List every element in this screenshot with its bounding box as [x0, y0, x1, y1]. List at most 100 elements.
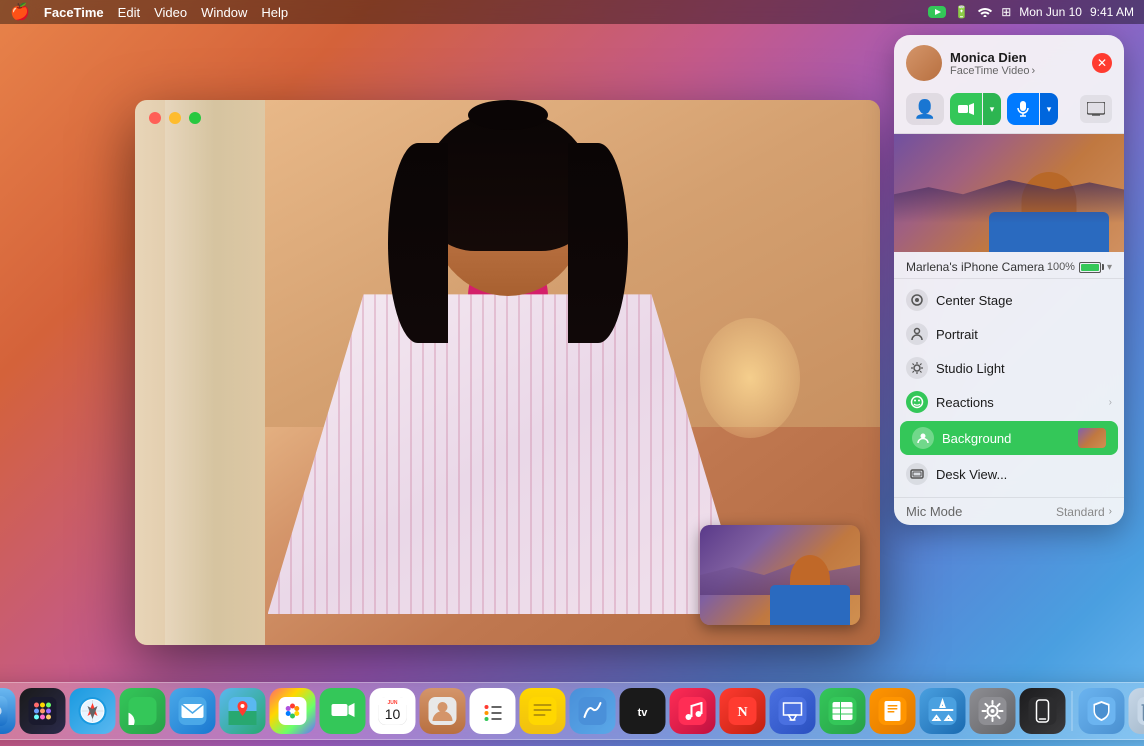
app-menu-edit[interactable]: Edit [118, 5, 140, 20]
dock-item-photos[interactable] [270, 688, 316, 734]
dock-item-finder[interactable] [0, 688, 16, 734]
notification-panel: Monica Dien FaceTime Video › ✕ 👤 ▾ ▾ [894, 35, 1124, 525]
dock: JUN10 tv N [0, 682, 1144, 740]
center-stage-label: Center Stage [936, 293, 1112, 308]
dock-item-iphone-mirroring[interactable] [1020, 688, 1066, 734]
reactions-icon [906, 391, 928, 413]
control-center-icon[interactable]: ⊞ [1001, 5, 1011, 19]
mic-button[interactable] [1007, 93, 1039, 125]
menu-item-reactions[interactable]: Reactions › [894, 385, 1124, 419]
maximize-button[interactable] [189, 112, 201, 124]
camera-row: Marlena's iPhone Camera 100% ▾ [906, 260, 1112, 274]
dock-item-contacts[interactable] [420, 688, 466, 734]
mic-mode-label: Mic Mode [906, 504, 1056, 519]
desk-view-label: Desk View... [936, 467, 1112, 482]
reactions-label: Reactions [936, 395, 1101, 410]
mic-mode-value: Standard [1056, 505, 1105, 519]
menu-item-background[interactable]: Background [900, 421, 1118, 455]
close-panel-button[interactable]: ✕ [1092, 53, 1112, 73]
dock-item-adguard[interactable] [1079, 688, 1125, 734]
mute-audio-button[interactable]: 👤 [906, 93, 944, 125]
dock-item-mail[interactable] [170, 688, 216, 734]
camera-source-section: Marlena's iPhone Camera 100% ▾ [894, 252, 1124, 279]
app-menu-window[interactable]: Window [201, 5, 247, 20]
dock-item-calendar[interactable]: JUN10 [370, 688, 416, 734]
camera-name: Marlena's iPhone Camera [906, 260, 1044, 274]
mic-chevron-button[interactable]: ▾ [1040, 93, 1058, 125]
dock-item-music[interactable] [670, 688, 716, 734]
dock-item-reminders[interactable] [470, 688, 516, 734]
contact-subtitle: FaceTime Video › [950, 65, 1084, 77]
mic-mode-chevron: › [1109, 506, 1112, 517]
dock-item-appletv[interactable]: tv [620, 688, 666, 734]
menubar-left: 🍎 FaceTime Edit Video Window Help [10, 2, 288, 22]
battery-percent: 100% [1047, 261, 1075, 273]
dock-item-notes[interactable] [520, 688, 566, 734]
contact-avatar [906, 45, 942, 81]
dock-item-messages[interactable] [120, 688, 166, 734]
dock-item-freeform[interactable] [570, 688, 616, 734]
close-button[interactable] [149, 112, 161, 124]
menubar: 🍎 FaceTime Edit Video Window Help 🔋 ⊞ Mo… [0, 0, 1144, 24]
apple-menu[interactable]: 🍎 [10, 2, 30, 22]
background-label: Background [942, 431, 1070, 446]
svg-text:N: N [737, 705, 747, 720]
app-menu-help[interactable]: Help [261, 5, 288, 20]
battery-fill [1081, 264, 1099, 271]
shirt-stripes [268, 294, 748, 614]
portrait-label: Portrait [936, 327, 1112, 342]
effects-menu: Center Stage Portrait Studio Light React… [894, 279, 1124, 495]
dock-item-safari[interactable] [70, 688, 116, 734]
dock-item-pages[interactable] [870, 688, 916, 734]
hair-right [568, 143, 628, 343]
reactions-chevron: › [1109, 397, 1112, 408]
time: 9:41 AM [1090, 5, 1134, 19]
dock-item-trash[interactable] [1129, 688, 1144, 734]
app-menu-facetime[interactable]: FaceTime [44, 5, 104, 20]
center-stage-icon [906, 289, 928, 311]
dock-item-settings[interactable] [970, 688, 1016, 734]
menu-item-center-stage[interactable]: Center Stage [894, 283, 1124, 317]
dock-item-maps[interactable] [220, 688, 266, 734]
dock-item-news[interactable]: N [720, 688, 766, 734]
menu-item-desk-view[interactable]: Desk View... [894, 457, 1124, 491]
mic-mode-row[interactable]: Mic Mode Standard › [894, 497, 1124, 525]
video-chevron-button[interactable]: ▾ [983, 93, 1001, 125]
menubar-right: 🔋 ⊞ Mon Jun 10 9:41 AM [928, 5, 1134, 20]
studio-light-label: Studio Light [936, 361, 1112, 376]
dock-item-launchpad[interactable] [20, 688, 66, 734]
video-button-group: ▾ [950, 93, 1001, 125]
dock-item-appstore[interactable] [920, 688, 966, 734]
battery-status: 🔋 [954, 5, 969, 19]
hair-left [388, 143, 448, 343]
facetime-window [135, 100, 880, 645]
svg-text:tv: tv [638, 707, 649, 719]
app-menu-video[interactable]: Video [154, 5, 187, 20]
panel-header: Monica Dien FaceTime Video › ✕ [894, 35, 1124, 89]
battery-icon [1079, 262, 1101, 273]
clock: Mon Jun 10 [1019, 5, 1082, 19]
desk-view-icon [906, 463, 928, 485]
camera-chevron[interactable]: ▾ [1107, 262, 1112, 273]
contact-info: Monica Dien FaceTime Video › [950, 50, 1084, 77]
video-button[interactable] [950, 93, 982, 125]
dock-item-numbers[interactable] [820, 688, 866, 734]
video-preview [894, 134, 1124, 252]
dock-item-keynote[interactable] [770, 688, 816, 734]
background-icon [912, 427, 934, 449]
thumb-person [770, 535, 850, 625]
self-view-thumbnail[interactable] [700, 525, 860, 625]
menu-item-studio-light[interactable]: Studio Light [894, 351, 1124, 385]
dock-item-facetime[interactable] [320, 688, 366, 734]
dock-separator [1072, 691, 1073, 731]
battery-area: 100% ▾ [1047, 261, 1112, 273]
person-hair [425, 111, 590, 251]
menu-item-portrait[interactable]: Portrait [894, 317, 1124, 351]
background-thumbnail [1078, 428, 1106, 448]
minimize-button[interactable] [169, 112, 181, 124]
screen-share-button[interactable] [1080, 95, 1112, 123]
room-curtain [165, 100, 265, 645]
thumb-jacket [770, 585, 850, 625]
facetime-background [135, 100, 880, 645]
person-area [258, 100, 758, 640]
